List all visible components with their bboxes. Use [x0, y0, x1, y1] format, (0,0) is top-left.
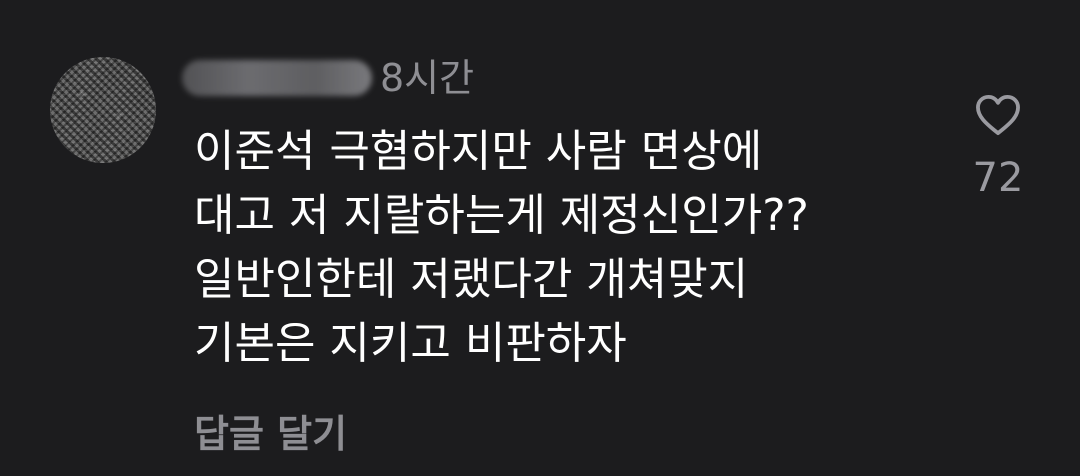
comment-text: 이준석 극혐하지만 사람 면상에 대고 저 지랄하는게 제정신인가?? 일반인한… — [194, 120, 954, 376]
username-redacted[interactable] — [182, 60, 372, 96]
reply-button[interactable]: 답글 달기 — [194, 410, 347, 458]
avatar[interactable] — [50, 57, 156, 163]
like-area: 72 — [960, 92, 1036, 202]
comment-line: 이준석 극혐하지만 사람 면상에 — [194, 126, 763, 177]
like-button[interactable] — [973, 92, 1023, 138]
comment-item: 8시간 이준석 극혐하지만 사람 면상에 대고 저 지랄하는게 제정신인가?? … — [0, 0, 1080, 476]
heart-outline-icon — [976, 94, 1020, 136]
comment-line: 일반인한테 저랬다간 개쳐맞지 — [194, 254, 749, 305]
avatar-image — [50, 57, 156, 163]
timestamp: 8시간 — [380, 56, 475, 100]
comment-meta: 8시간 — [182, 54, 474, 102]
comment-line: 기본은 지키고 비판하자 — [194, 318, 627, 369]
like-count: 72 — [972, 155, 1024, 201]
comment-line: 대고 저 지랄하는게 제정신인가?? — [194, 190, 809, 241]
